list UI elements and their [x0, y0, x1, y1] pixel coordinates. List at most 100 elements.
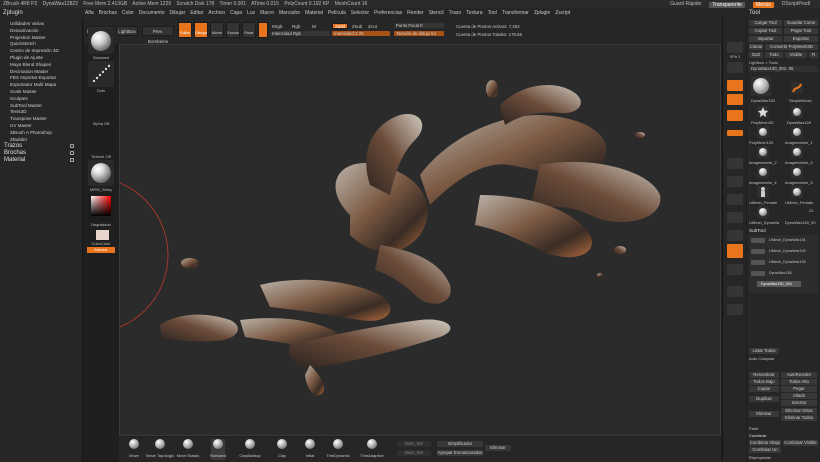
- tool-thumb[interactable]: [791, 186, 803, 198]
- tool-thumb[interactable]: [757, 146, 769, 158]
- tool-thumb[interactable]: [791, 126, 803, 138]
- rotate-view-button[interactable]: [727, 264, 743, 275]
- draw-size-slider[interactable]: Tamaño de dibujo 64: [394, 31, 444, 36]
- tool-thumb[interactable]: [757, 206, 769, 218]
- menu-material[interactable]: Material: [305, 10, 323, 16]
- brush-thumb[interactable]: [88, 28, 114, 54]
- plugin-item[interactable]: Transpose Master: [0, 116, 82, 123]
- plugin-item[interactable]: ZBuilder: [0, 137, 82, 144]
- plugin-item[interactable]: Projection Master: [0, 35, 82, 42]
- delete-button-bottom[interactable]: Eliminar: [485, 445, 511, 451]
- rotate-button[interactable]: Rotar: [242, 22, 256, 38]
- scale-button[interactable]: Escala: [226, 22, 240, 38]
- delete-all-button[interactable]: Eliminar Todos: [781, 415, 817, 421]
- scroll-button[interactable]: [727, 62, 743, 73]
- menus-toggle[interactable]: Menús: [752, 1, 774, 8]
- transparent-toggle[interactable]: Transparente: [709, 1, 745, 8]
- merge-section[interactable]: Combinar: [749, 433, 766, 438]
- menu-zplugin[interactable]: Zplugin: [534, 10, 550, 16]
- menu-tool[interactable]: Tool: [488, 10, 497, 16]
- preview-button[interactable]: Prev. Bombeine: [142, 26, 174, 44]
- menu-texture[interactable]: Textura: [466, 10, 482, 16]
- append-button[interactable]: Añadir: [781, 393, 817, 399]
- menu-picker[interactable]: Selector: [351, 10, 369, 16]
- zcut-toggle[interactable]: Zcut: [368, 24, 377, 29]
- actual-button[interactable]: [727, 94, 743, 105]
- material-thumb[interactable]: [88, 160, 114, 186]
- brush-inflat[interactable]: Inflat: [303, 439, 317, 458]
- pin-icon[interactable]: [70, 151, 74, 156]
- menu-draw[interactable]: Dibujar: [170, 10, 186, 16]
- paste-tool-button[interactable]: Pegar Tool: [784, 28, 818, 34]
- list-all-button[interactable]: Listar Todos: [749, 348, 779, 354]
- script-button[interactable]: DScriptProdl: [782, 0, 810, 8]
- xyz-button[interactable]: [727, 194, 743, 205]
- brush-clay[interactable]: Clay: [275, 439, 289, 458]
- z-intensity-slider[interactable]: Intensidad Z 25: [332, 31, 390, 36]
- plugin-item[interactable]: Utilidades Varias: [0, 21, 82, 28]
- persp-button[interactable]: [727, 130, 743, 136]
- simplifier-button[interactable]: Simplificador: [437, 441, 483, 447]
- zoom-button[interactable]: [727, 80, 743, 91]
- merge-visible-button[interactable]: Combinar Visible: [783, 440, 818, 446]
- secondary-color-swatch[interactable]: [96, 230, 109, 240]
- local-button[interactable]: [727, 176, 743, 187]
- make-polymesh-button[interactable]: Convertir PolyMesh3D: [765, 44, 818, 50]
- zplugin-panel-title[interactable]: Zplugin: [3, 8, 23, 18]
- rgb-intensity-slider[interactable]: Intensidad Rgb: [270, 31, 330, 36]
- menu-macro[interactable]: Macro: [260, 10, 274, 16]
- clone-button[interactable]: Clonar: [749, 44, 763, 50]
- color-picker[interactable]: [88, 193, 114, 221]
- brush-trimadaptive[interactable]: TrimAdaptive: [360, 439, 384, 458]
- sculpt-canvas[interactable]: [120, 45, 721, 436]
- plugin-item[interactable]: Decimation Master: [0, 69, 82, 76]
- menu-render[interactable]: Render: [407, 10, 423, 16]
- plugin-item[interactable]: Exportador Multi Mapa: [0, 82, 82, 89]
- draw-button[interactable]: Dibujar: [194, 22, 208, 38]
- menu-file[interactable]: Archivo: [208, 10, 225, 16]
- menu-alpha[interactable]: Alfa: [85, 10, 94, 16]
- duplicate-button[interactable]: Duplicar: [749, 396, 779, 402]
- plugin-item[interactable]: FBX Importar-Exportar: [0, 75, 82, 82]
- menu-light[interactable]: Luz: [247, 10, 255, 16]
- menu-brush[interactable]: Brochas: [99, 10, 117, 16]
- copy-button[interactable]: Copiar: [749, 386, 779, 392]
- delete-other-button[interactable]: Eliminar Otras: [781, 408, 817, 414]
- all-button[interactable]: Todo: [765, 52, 783, 58]
- tool-thumb[interactable]: [791, 106, 803, 118]
- stroke-thumb[interactable]: [88, 61, 114, 87]
- menu-preferences[interactable]: Preferencias: [374, 10, 402, 16]
- import-button[interactable]: Importar: [749, 36, 782, 42]
- tool-thumb[interactable]: [757, 166, 769, 178]
- delete-button[interactable]: Eliminar: [749, 411, 779, 417]
- plugin-item[interactable]: Plugin de Ajuste: [0, 55, 82, 62]
- insert-button[interactable]: Insertar: [781, 400, 817, 406]
- lightbox-button[interactable]: LightBox: [116, 26, 138, 36]
- brush-move[interactable]: Move: [127, 439, 141, 458]
- move-view-button[interactable]: [727, 230, 743, 241]
- zadd-toggle[interactable]: Zadd: [332, 23, 348, 29]
- tool-thumb[interactable]: [791, 146, 803, 158]
- visible-button[interactable]: Visible: [785, 52, 807, 58]
- plugin-item[interactable]: Sculptes: [0, 96, 82, 103]
- dam-std-toggle[interactable]: Dam_Std: [397, 441, 431, 447]
- floor-button[interactable]: [727, 158, 743, 169]
- menu-zscript[interactable]: Zscript: [555, 10, 570, 16]
- menu-transform[interactable]: Transformar: [502, 10, 529, 16]
- plugin-item[interactable]: ZBrush A Photoshop: [0, 130, 82, 137]
- subtool-thumb[interactable]: [751, 271, 765, 276]
- texture-thumb[interactable]: [88, 127, 114, 153]
- goz-button[interactable]: GoZ: [749, 52, 763, 58]
- merge-down-button[interactable]: Combinar Abajo: [749, 440, 781, 446]
- menu-document[interactable]: Documento: [139, 10, 165, 16]
- all-high-button[interactable]: Todos Alto: [781, 379, 817, 385]
- all-low-button[interactable]: Todos Bajo: [749, 379, 779, 385]
- plugin-item[interactable]: SubTool Master: [0, 103, 82, 110]
- brush-move-topological[interactable]: Move Topologic: [146, 439, 174, 458]
- menu-stroke[interactable]: Trazo: [449, 10, 462, 16]
- rename-button[interactable]: Renombrar: [749, 372, 779, 378]
- subtool-name[interactable]: DynaWax130_001: [761, 282, 792, 286]
- export-button[interactable]: Exportar: [784, 36, 818, 42]
- polyf-button[interactable]: [727, 286, 743, 297]
- aahalf-button[interactable]: [727, 110, 743, 121]
